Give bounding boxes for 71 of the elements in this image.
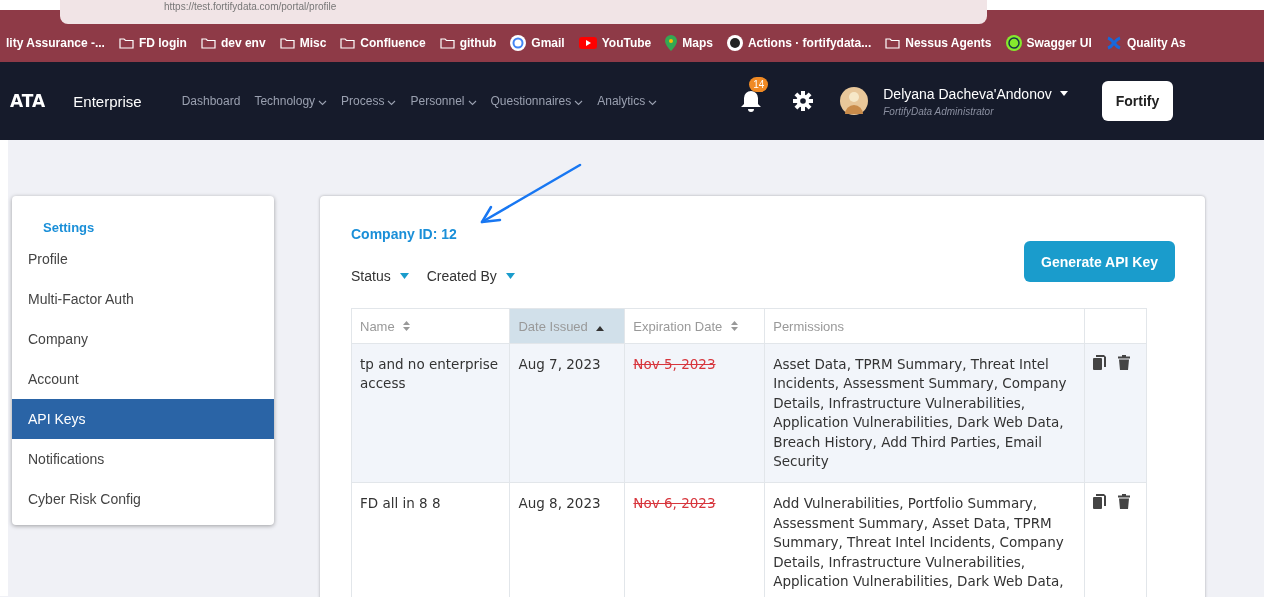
table-cell: Nov 5, 2023	[624, 343, 765, 483]
chevron-down-icon[interactable]	[648, 99, 658, 106]
folder-icon	[340, 37, 356, 49]
product-name: Enterprise	[73, 92, 142, 110]
nav-menu-item[interactable]: Analytics	[597, 94, 658, 108]
bookmark[interactable]: dev env	[200, 36, 266, 50]
google-icon	[510, 35, 527, 51]
map-pin-icon	[665, 35, 678, 51]
sort-up-icon[interactable]	[596, 325, 605, 331]
settings-menu-item[interactable]: Multi-Factor Auth	[12, 279, 274, 319]
chevron-down-icon[interactable]	[574, 99, 584, 106]
github-icon	[726, 35, 743, 51]
nav-menu-item[interactable]: Technology	[254, 94, 328, 108]
sort-icon[interactable]	[730, 320, 738, 331]
youtube-icon	[578, 37, 597, 49]
bookmark[interactable]: Swagger UI	[1005, 35, 1092, 51]
folder-icon	[885, 37, 901, 49]
cross-icon	[1105, 35, 1122, 51]
chevron-down-icon[interactable]	[318, 99, 328, 106]
caret-down-icon[interactable]	[1059, 91, 1068, 96]
bookmark[interactable]: Gmail	[510, 35, 565, 51]
company-id: Company ID: 12	[351, 226, 458, 242]
chevron-down-icon[interactable]	[467, 99, 477, 106]
bookmark[interactable]: github	[439, 36, 497, 50]
copy-icon[interactable]	[1092, 494, 1106, 510]
bookmark[interactable]: FD login	[118, 36, 187, 50]
filter-dropdown[interactable]: Created By	[426, 268, 515, 284]
copy-icon[interactable]	[1092, 355, 1106, 370]
column-header: Permissions	[764, 308, 1085, 344]
settings-menu-item[interactable]: Company	[12, 319, 274, 359]
swagger-icon	[1005, 35, 1022, 51]
avatar-icon[interactable]	[839, 86, 870, 116]
settings-icon[interactable]	[793, 91, 814, 111]
folder-icon	[200, 37, 216, 49]
table-cell: tp and no enterprise access	[351, 343, 510, 483]
user-role: FortifyData Administrator	[883, 105, 995, 117]
org-button[interactable]: Fortify	[1101, 81, 1174, 121]
bookmark[interactable]: Misc	[279, 36, 327, 50]
settings-menu-item[interactable]: Profile	[12, 239, 274, 279]
settings-title: Settings	[42, 220, 96, 235]
nav-menu-item[interactable]: Questionnaires	[490, 94, 584, 108]
nav-menu-item[interactable]: Dashboard	[181, 94, 241, 108]
trash-icon[interactable]	[1118, 494, 1130, 510]
bell-icon[interactable]	[739, 89, 764, 113]
nav-menu-item[interactable]: Process	[341, 94, 397, 108]
settings-menu-item[interactable]: API Keys	[12, 399, 274, 439]
table-cell: Aug 7, 2023	[509, 343, 625, 483]
logo-text[interactable]: ATA	[10, 91, 46, 111]
bookmark[interactable]: YouTube	[578, 36, 652, 50]
settings-menu-item[interactable]: Cyber Risk Config	[12, 479, 274, 519]
user-name[interactable]: Delyana Dacheva'Andonov	[883, 85, 1068, 102]
bookmark[interactable]: Maps	[665, 35, 713, 51]
table-cell: Asset Data, TPRM Summary, Threat Intel Incidents, Assessment Summary, Company Details, Infrastructure Vulnerabilities, Application Vulnerabilities, Dark Web Data, Breach History, Add Third Parties, Email Security	[764, 343, 1085, 483]
notification-badge: 14	[749, 77, 769, 92]
folder-icon	[118, 37, 134, 49]
table-cell: FD all in 8 8	[351, 482, 510, 597]
bookmark[interactable]: lity Assurance -...	[6, 36, 105, 50]
bookmark[interactable]: Actions · fortifydata...	[726, 35, 872, 51]
settings-menu-item[interactable]: Notifications	[12, 439, 274, 479]
folder-icon	[439, 37, 455, 49]
nav-menu-item[interactable]: Personnel	[410, 94, 477, 108]
bookmark[interactable]: Confluence	[340, 36, 426, 50]
chevron-down-icon[interactable]	[387, 99, 397, 106]
bookmark[interactable]: Quality As	[1105, 35, 1186, 51]
bookmark[interactable]: Nessus Agents	[885, 36, 992, 50]
address-bar[interactable]: https://test.fortifydata.com/portal/profile	[60, 0, 987, 24]
settings-menu-item[interactable]: Account	[12, 359, 274, 399]
folder-icon	[279, 37, 295, 49]
trash-icon[interactable]	[1118, 355, 1130, 370]
sort-icon[interactable]	[403, 320, 411, 331]
filter-dropdown[interactable]: Status	[351, 268, 409, 284]
